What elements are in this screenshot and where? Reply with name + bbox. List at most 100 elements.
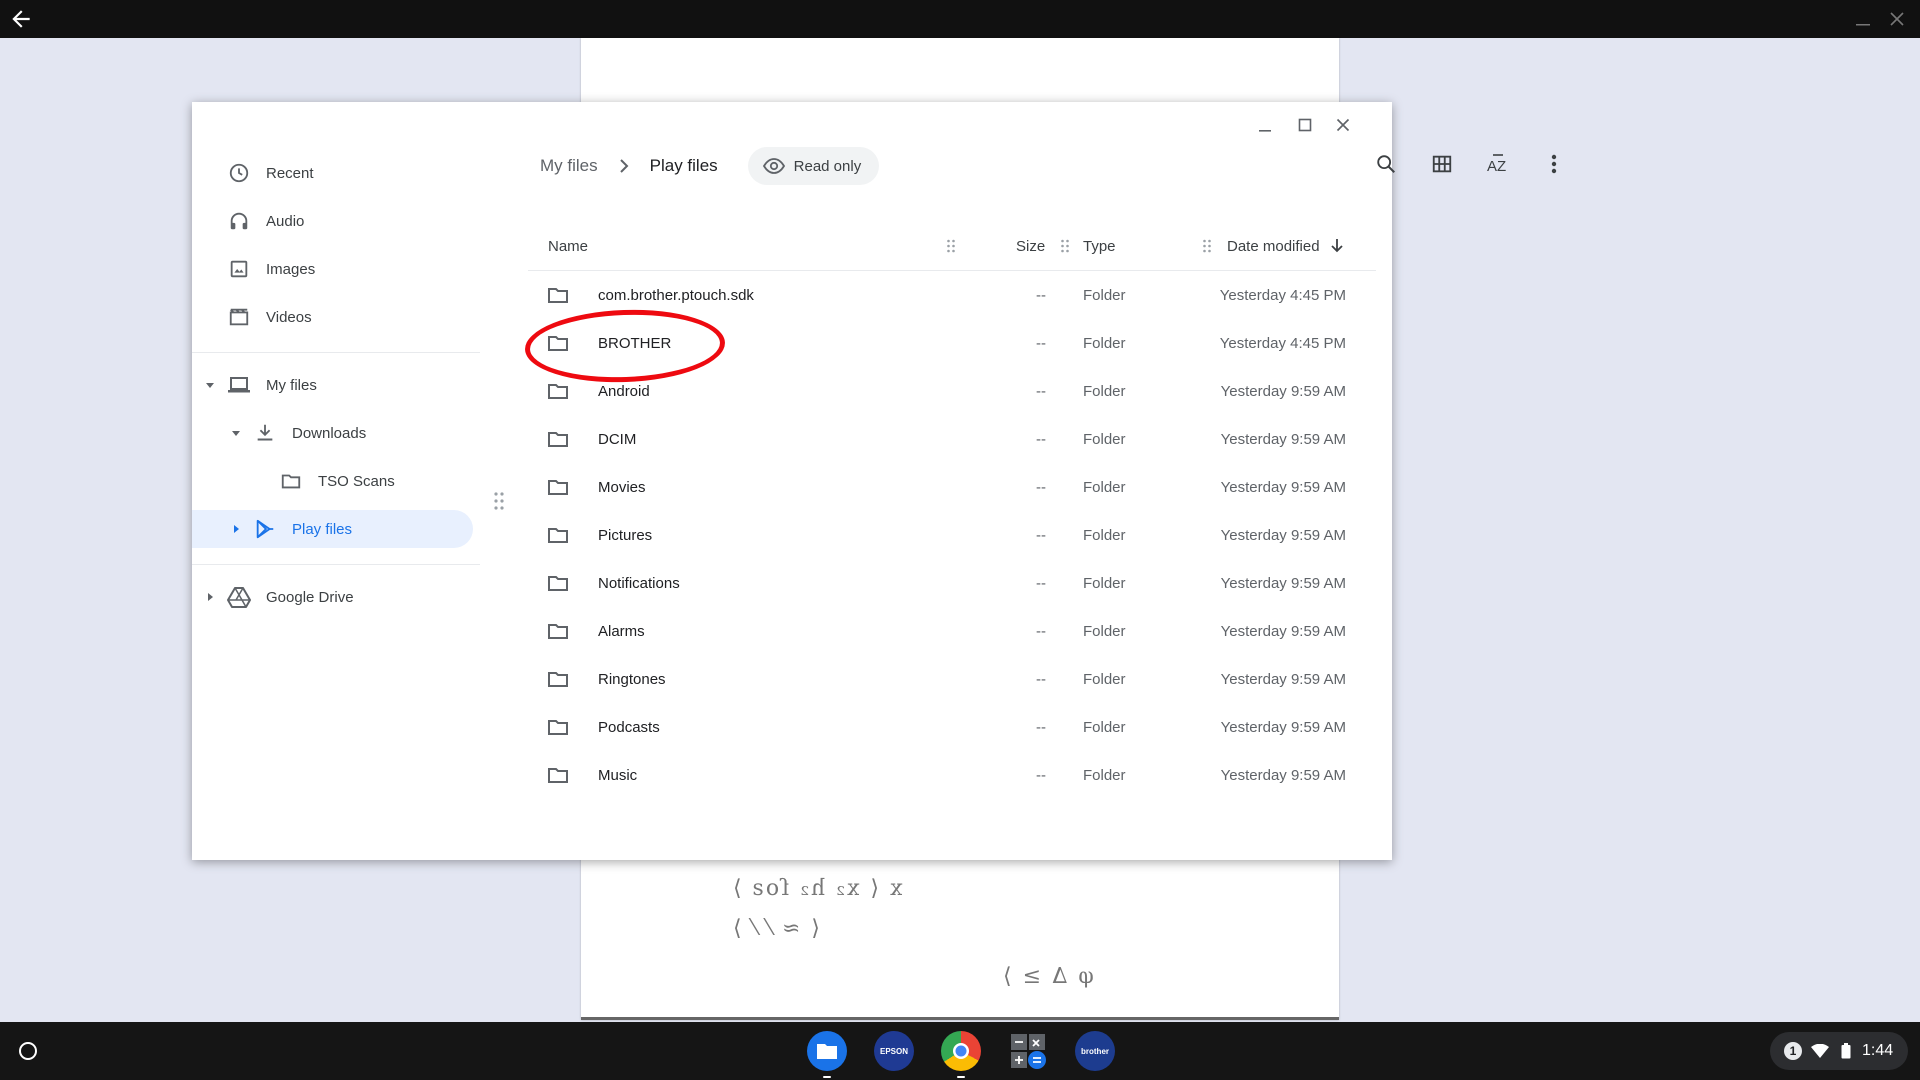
table-row[interactable]: Music -- Folder Yesterday 9:59 AM bbox=[528, 751, 1376, 799]
sidebar-item-images[interactable]: Images bbox=[226, 250, 315, 288]
caret-right-icon[interactable] bbox=[228, 521, 244, 537]
breadcrumb-my-files[interactable]: My files bbox=[540, 156, 598, 176]
more-options-button[interactable] bbox=[1536, 148, 1572, 184]
caret-right-icon[interactable] bbox=[202, 589, 218, 605]
file-date: Yesterday 9:59 AM bbox=[1220, 718, 1346, 736]
file-name: Alarms bbox=[598, 622, 645, 640]
epson-app-icon[interactable]: EPSON bbox=[874, 1031, 914, 1071]
running-indicator bbox=[957, 1076, 965, 1078]
file-name: Music bbox=[598, 766, 638, 784]
sidebar-item-downloads[interactable]: Downloads bbox=[228, 414, 366, 452]
file-type: Folder bbox=[1083, 382, 1126, 400]
brother-app-icon[interactable]: brother bbox=[1075, 1031, 1115, 1071]
laptop-icon bbox=[226, 372, 252, 398]
table-row[interactable]: Podcasts -- Folder Yesterday 9:59 AM bbox=[528, 703, 1376, 751]
sidebar-item-label: Play files bbox=[292, 520, 353, 538]
sidebar-item-label: TSO Scans bbox=[318, 472, 395, 490]
table-row[interactable]: Pictures -- Folder Yesterday 9:59 AM bbox=[528, 511, 1376, 559]
folder-icon bbox=[546, 667, 570, 691]
caret-down-icon[interactable] bbox=[202, 377, 218, 393]
column-size[interactable]: Size bbox=[1016, 222, 1045, 270]
file-date: Yesterday 4:45 PM bbox=[1219, 286, 1346, 304]
file-size: -- bbox=[1036, 526, 1046, 544]
top-bar bbox=[0, 0, 1920, 38]
table-row[interactable]: Notifications -- Folder Yesterday 9:59 A… bbox=[528, 559, 1376, 607]
table-row[interactable]: DCIM -- Folder Yesterday 9:59 AM bbox=[528, 415, 1376, 463]
column-resize-handle[interactable] bbox=[1202, 238, 1212, 254]
sidebar-divider bbox=[192, 352, 480, 353]
breadcrumb-play-files: Play files bbox=[649, 156, 718, 175]
eye-icon bbox=[762, 154, 786, 178]
sidebar-item-label: Recent bbox=[266, 164, 314, 182]
sidebar-item-audio[interactable]: Audio bbox=[226, 202, 304, 240]
sort-az-icon: AZ bbox=[1485, 152, 1511, 181]
column-date-modified[interactable]: Date modified bbox=[1227, 222, 1344, 270]
launcher-button[interactable] bbox=[12, 1035, 44, 1067]
sort-arrow-down-icon bbox=[1330, 238, 1344, 254]
sort-button[interactable]: AZ bbox=[1480, 148, 1516, 184]
folder-icon bbox=[546, 379, 570, 403]
minimize-icon[interactable] bbox=[1850, 8, 1876, 30]
caret-down-icon[interactable] bbox=[228, 425, 244, 441]
column-date-label: Date modified bbox=[1227, 237, 1320, 255]
file-date: Yesterday 9:59 AM bbox=[1220, 670, 1346, 688]
sidebar-item-label: Images bbox=[266, 260, 316, 278]
file-date: Yesterday 9:59 AM bbox=[1220, 478, 1346, 496]
folder-icon bbox=[546, 763, 570, 787]
sidebar-item-recent[interactable]: Recent bbox=[226, 154, 314, 192]
column-resize-handle[interactable] bbox=[946, 238, 956, 254]
folder-icon bbox=[546, 283, 570, 307]
chrome-app-icon[interactable] bbox=[941, 1031, 981, 1078]
table-row[interactable]: Movies -- Folder Yesterday 9:59 AM bbox=[528, 463, 1376, 511]
sidebar-resize-handle[interactable] bbox=[492, 490, 506, 512]
svg-text:AZ: AZ bbox=[1487, 158, 1506, 175]
sidebar-item-my-files[interactable]: My files bbox=[202, 366, 317, 404]
folder-icon bbox=[546, 427, 570, 451]
drive-icon bbox=[226, 584, 252, 610]
sidebar-item-videos[interactable]: Videos bbox=[226, 298, 312, 336]
notification-count-badge[interactable]: 1 bbox=[1784, 1042, 1802, 1060]
grid-view-button[interactable] bbox=[1424, 148, 1460, 184]
file-type: Folder bbox=[1083, 430, 1126, 448]
column-resize-handle[interactable] bbox=[1060, 238, 1070, 254]
sidebar-item-google-drive[interactable]: Google Drive bbox=[202, 578, 354, 616]
sidebar-item-tso-scans[interactable]: TSO Scans bbox=[278, 462, 395, 500]
grid-icon bbox=[1431, 153, 1453, 180]
file-date: Yesterday 9:59 AM bbox=[1220, 382, 1346, 400]
download-icon bbox=[252, 420, 278, 446]
running-indicator bbox=[823, 1076, 831, 1078]
status-tray[interactable]: 1 1:44 bbox=[1770, 1032, 1908, 1070]
file-date: Yesterday 9:59 AM bbox=[1220, 574, 1346, 592]
column-name[interactable]: Name bbox=[548, 222, 588, 270]
file-name: Pictures bbox=[598, 526, 653, 544]
back-arrow-icon[interactable] bbox=[8, 6, 34, 32]
sidebar: Recent Audio Images Videos My files Down… bbox=[192, 102, 482, 860]
file-size: -- bbox=[1036, 478, 1046, 496]
more-vertical-icon bbox=[1551, 153, 1557, 180]
close-icon[interactable] bbox=[1886, 8, 1908, 30]
handwriting: ⟨ ≈ ⁄ ⁄ ⟩ bbox=[731, 916, 820, 941]
epson-label: EPSON bbox=[879, 1046, 908, 1056]
clock-time[interactable]: 1:44 bbox=[1862, 1042, 1893, 1060]
table-row[interactable]: Ringtones -- Folder Yesterday 9:59 AM bbox=[528, 655, 1376, 703]
table-row[interactable]: Alarms -- Folder Yesterday 9:59 AM bbox=[528, 607, 1376, 655]
file-size: -- bbox=[1036, 766, 1046, 784]
column-type[interactable]: Type bbox=[1083, 222, 1116, 270]
file-date: Yesterday 9:59 AM bbox=[1220, 766, 1346, 784]
folder-icon bbox=[546, 571, 570, 595]
sidebar-item-play-files[interactable]: Play files bbox=[192, 510, 473, 548]
calculator-app-icon[interactable] bbox=[1008, 1031, 1048, 1071]
search-icon bbox=[1375, 153, 1397, 180]
file-name: DCIM bbox=[598, 430, 637, 448]
search-button[interactable] bbox=[1368, 148, 1404, 184]
file-name: Podcasts bbox=[598, 718, 660, 736]
file-size: -- bbox=[1036, 334, 1046, 352]
sidebar-item-label: Videos bbox=[266, 308, 312, 326]
sidebar-divider bbox=[192, 564, 480, 565]
document-edge bbox=[581, 1017, 1339, 1020]
handwriting: x ⟨ x₂ h₂ ſoƨ ⟩ bbox=[731, 876, 903, 901]
folder-icon bbox=[546, 715, 570, 739]
handwriting: φ ∆ ≥ ⟩ bbox=[1001, 964, 1094, 989]
wifi-icon bbox=[1810, 1041, 1830, 1061]
files-app-icon[interactable] bbox=[807, 1031, 847, 1078]
